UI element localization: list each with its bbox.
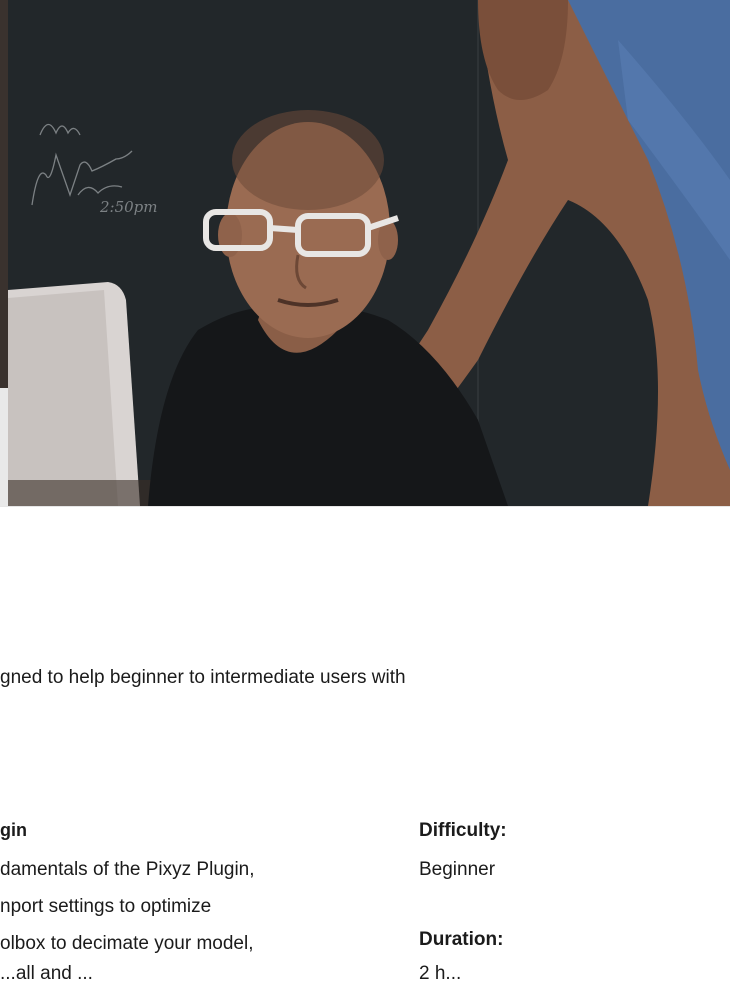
- svg-text:2:50pm: 2:50pm: [99, 198, 158, 216]
- hero-image: 2:50pm: [8, 0, 730, 506]
- course-description-line: olbox to decimate your model,: [0, 933, 254, 954]
- duration-label: Duration:: [419, 929, 504, 950]
- hero-divider: [0, 506, 730, 507]
- duration-value: 2 h...: [419, 963, 462, 984]
- course-intro-text: gned to help beginner to intermediate us…: [0, 667, 406, 688]
- course-description-line: ...all and ...: [0, 963, 93, 984]
- previous-card-gap: [0, 388, 8, 506]
- previous-card-edge: [0, 0, 8, 388]
- course-description-line: damentals of the Pixyz Plugin,: [0, 859, 255, 880]
- difficulty-label: Difficulty:: [419, 820, 507, 841]
- difficulty-value: Beginner: [419, 859, 496, 880]
- course-description-line: nport settings to optimize: [0, 896, 212, 917]
- course-section-title: gin: [0, 820, 27, 840]
